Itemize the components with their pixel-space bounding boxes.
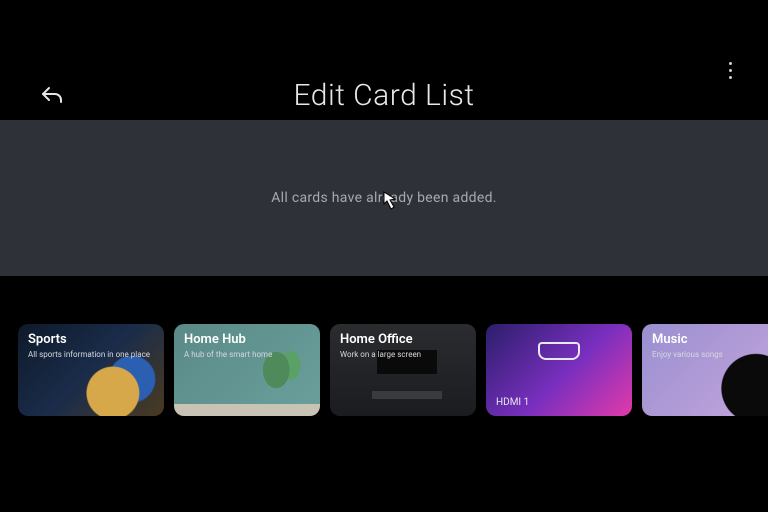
card-home-hub[interactable]: Home Hub A hub of the smart home — [174, 324, 320, 416]
card-sports[interactable]: Sports All sports information in one pla… — [18, 324, 164, 416]
card-subtitle: Work on a large screen — [340, 350, 421, 360]
card-home-office[interactable]: Home Office Work on a large screen — [330, 324, 476, 416]
card-title: Home Office — [340, 332, 413, 347]
card-list-row[interactable]: Sports All sports information in one pla… — [0, 306, 768, 456]
tv-screen: Edit Card List All cards have already be… — [0, 0, 768, 512]
card-title: Music — [652, 332, 687, 347]
card-subtitle: Enjoy various songs — [652, 350, 723, 360]
top-bar: Edit Card List — [0, 0, 768, 120]
more-options-button[interactable] — [720, 56, 740, 84]
page-title: Edit Card List — [0, 78, 768, 113]
card-bottom-label: HDMI 1 — [496, 397, 529, 408]
card-subtitle: A hub of the smart home — [184, 350, 272, 360]
dots-vertical-icon — [729, 62, 732, 65]
available-cards-panel: All cards have already been added. — [0, 120, 768, 276]
status-message: All cards have already been added. — [271, 190, 497, 206]
card-title: Home Hub — [184, 332, 246, 347]
card-hdmi-1[interactable]: HDMI 1 — [486, 324, 632, 416]
hdmi-port-icon — [538, 342, 580, 360]
card-music[interactable]: Music Enjoy various songs — [642, 324, 768, 416]
card-title: Sports — [28, 332, 67, 347]
card-subtitle: All sports information in one place — [28, 350, 150, 360]
